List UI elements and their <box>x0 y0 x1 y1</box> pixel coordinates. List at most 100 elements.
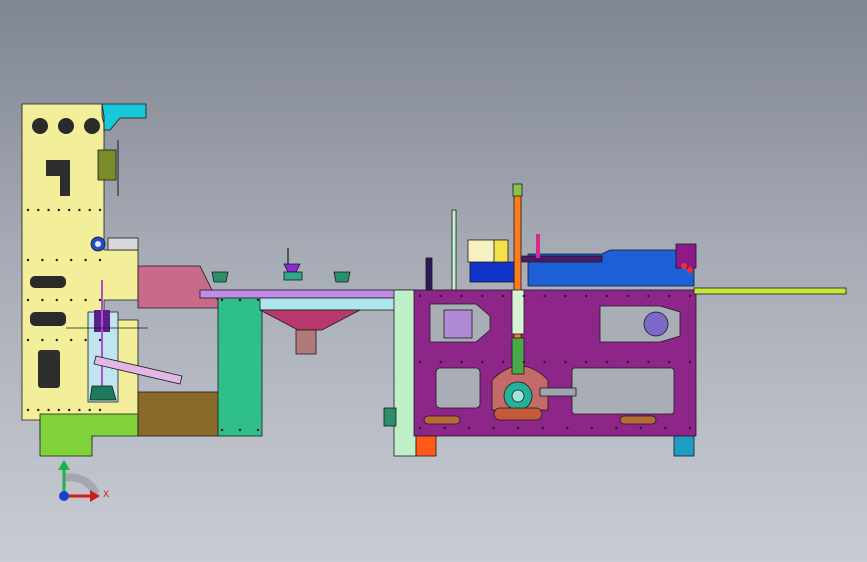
foot-pad <box>619 415 657 425</box>
fastener-hole <box>543 360 546 364</box>
x-axis-label: X <box>103 490 109 500</box>
fastener-hole <box>439 294 442 298</box>
fastener-hole <box>668 360 671 364</box>
fastener-hole <box>70 338 73 342</box>
fastener-hole <box>564 294 567 298</box>
rod-top-cap <box>512 183 523 197</box>
left-side-plate <box>21 103 139 441</box>
fastener-hole <box>67 408 71 412</box>
fastener-hole <box>522 360 526 364</box>
ivory-block <box>467 239 499 263</box>
beam-clamp <box>333 271 351 283</box>
dark-link-bar <box>521 255 603 263</box>
fastener-hole <box>566 426 569 430</box>
fastener-hole <box>84 338 87 342</box>
purple-wedge-base <box>283 271 303 281</box>
side-mechanism <box>97 149 117 181</box>
fastener-hole <box>67 208 71 212</box>
fastener-hole <box>647 294 650 298</box>
fastener-hole <box>522 294 526 298</box>
fastener-hole <box>443 426 446 430</box>
fastener-hole <box>481 294 484 298</box>
horizontal-slider <box>539 387 577 397</box>
coordinate-triad: X <box>58 460 109 502</box>
fastener-hole <box>639 426 643 430</box>
pink-bridge-beam <box>137 265 223 309</box>
fastener-hole <box>57 408 61 412</box>
fastener-hole <box>26 408 30 412</box>
fastener-hole <box>481 360 484 364</box>
dark-post <box>425 257 433 291</box>
fastener-hole <box>460 360 463 364</box>
fastener-hole <box>418 294 422 298</box>
fastener-hole <box>460 294 463 298</box>
fastener-hole <box>688 426 692 430</box>
bearing-knob-center <box>95 241 101 247</box>
fastener-hole <box>584 360 588 364</box>
indicator-light <box>681 263 687 269</box>
fastener-hole <box>37 408 40 412</box>
fastener-hole <box>615 426 618 430</box>
fastener-hole <box>78 408 81 412</box>
fastener-hole <box>516 426 520 430</box>
fastener-hole <box>41 258 44 262</box>
fastener-hole <box>41 298 44 302</box>
orange-foot <box>415 435 437 457</box>
fastener-hole <box>668 294 671 298</box>
fastener-hole <box>78 208 81 212</box>
blue-head-housing <box>527 249 695 287</box>
rod-green-link <box>511 337 525 375</box>
fastener-hole <box>605 360 609 364</box>
rod-light-sleeve <box>511 289 525 335</box>
fastener-hole <box>88 408 91 412</box>
fastener-hole <box>238 298 242 302</box>
teal-foot-clamp <box>89 385 117 401</box>
fastener-hole <box>492 426 495 430</box>
fastener-hole <box>564 360 567 364</box>
beam-clamp <box>211 271 229 283</box>
upper-hole <box>32 118 48 134</box>
fastener-hole <box>626 294 629 298</box>
lime-rail <box>693 287 847 295</box>
yellow-block <box>493 239 509 263</box>
fastener-hole <box>70 258 73 262</box>
fastener-hole <box>418 360 422 364</box>
right-main-frame[interactable] <box>383 183 697 457</box>
fastener-hole <box>256 298 260 302</box>
fastener-hole <box>605 294 609 298</box>
motor-square <box>443 309 473 339</box>
fastener-hole <box>47 408 50 412</box>
fastener-hole <box>541 426 544 430</box>
cad-assembly-view[interactable]: X <box>0 0 867 562</box>
fastener-hole <box>41 338 44 342</box>
top-cap-bracket <box>101 103 147 131</box>
fastener-hole <box>647 360 650 364</box>
fastener-hole <box>664 426 667 430</box>
wheel-base <box>493 407 543 421</box>
fastener-hole <box>501 294 505 298</box>
hopper-cup <box>295 329 317 355</box>
mint-post <box>451 209 457 291</box>
motor-round <box>643 311 669 337</box>
fastener-hole <box>256 428 260 432</box>
fastener-hole <box>88 208 91 212</box>
fastener-hole <box>98 258 102 262</box>
top-head-assembly[interactable] <box>425 209 847 295</box>
fastener-hole <box>98 298 102 302</box>
upper-hole <box>58 118 74 134</box>
lavender-beam <box>199 289 415 299</box>
brown-lower-block <box>137 391 221 437</box>
fastener-hole <box>98 208 102 212</box>
indicator-light <box>687 267 693 273</box>
fastener-hole <box>220 298 224 302</box>
fastener-hole <box>98 338 102 342</box>
middle-conveyor-section[interactable] <box>199 248 415 437</box>
fastener-hole <box>55 298 58 302</box>
fastener-hole <box>26 258 30 262</box>
fastener-hole <box>543 294 546 298</box>
fastener-hole <box>26 338 30 342</box>
fastener-hole <box>47 208 50 212</box>
light-cyan-rail <box>259 297 411 311</box>
left-frame-assembly[interactable] <box>21 103 223 457</box>
fastener-hole <box>37 208 40 212</box>
